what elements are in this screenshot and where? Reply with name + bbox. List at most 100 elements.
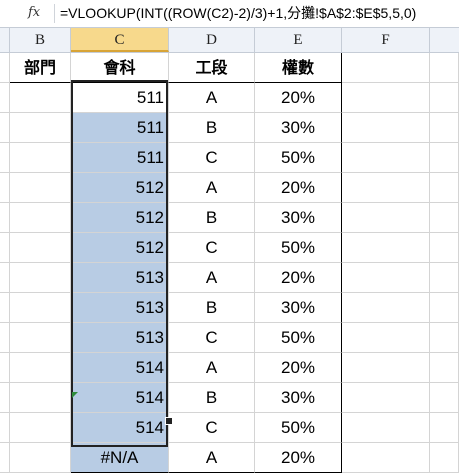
row-header[interactable] bbox=[0, 83, 10, 113]
table-cell-account[interactable]: 511 bbox=[71, 143, 169, 173]
table-cell-department[interactable] bbox=[10, 263, 71, 293]
table-cell-weight[interactable]: 50% bbox=[255, 143, 342, 173]
cell-f[interactable] bbox=[342, 233, 430, 263]
row-header[interactable] bbox=[0, 323, 10, 353]
table-cell-weight[interactable]: 50% bbox=[255, 233, 342, 263]
row-header[interactable] bbox=[0, 53, 10, 83]
cell-g[interactable] bbox=[430, 413, 459, 443]
header-cell-weight[interactable]: 權數 bbox=[255, 53, 342, 83]
row-header[interactable] bbox=[0, 353, 10, 383]
cell-f[interactable] bbox=[342, 323, 430, 353]
table-cell-weight[interactable]: 30% bbox=[255, 113, 342, 143]
cell-f[interactable] bbox=[342, 173, 430, 203]
table-cell-section[interactable]: B bbox=[169, 293, 255, 323]
cell-g[interactable] bbox=[430, 113, 459, 143]
cell-g[interactable] bbox=[430, 263, 459, 293]
table-cell-section[interactable]: B bbox=[169, 113, 255, 143]
row-header[interactable] bbox=[0, 233, 10, 263]
cell-g[interactable] bbox=[430, 383, 459, 413]
cell-g[interactable] bbox=[430, 143, 459, 173]
table-cell-section[interactable]: C bbox=[169, 143, 255, 173]
column-header-g[interactable] bbox=[430, 28, 459, 52]
table-cell-weight[interactable]: 30% bbox=[255, 293, 342, 323]
cell-f[interactable] bbox=[342, 353, 430, 383]
table-cell-account[interactable]: 513 bbox=[71, 263, 169, 293]
table-cell-section[interactable]: A bbox=[169, 263, 255, 293]
table-cell-weight[interactable]: 50% bbox=[255, 413, 342, 443]
table-cell-department[interactable] bbox=[10, 383, 71, 413]
cell-g[interactable] bbox=[430, 53, 459, 83]
table-cell-account[interactable]: 512 bbox=[71, 203, 169, 233]
row-header[interactable] bbox=[0, 263, 10, 293]
table-cell-department[interactable] bbox=[10, 443, 71, 473]
table-cell-section[interactable]: A bbox=[169, 353, 255, 383]
table-cell-section[interactable]: A bbox=[169, 443, 255, 473]
table-cell-account[interactable]: 511 bbox=[71, 113, 169, 143]
cell-g[interactable] bbox=[430, 293, 459, 323]
table-cell-department[interactable] bbox=[10, 413, 71, 443]
formula-input[interactable]: =VLOOKUP(INT((ROW(C2)-2)/3)+1,分攤!$A$2:$E… bbox=[60, 4, 416, 23]
table-cell-department[interactable] bbox=[10, 143, 71, 173]
fx-icon[interactable]: fx bbox=[28, 3, 50, 23]
cell-g[interactable] bbox=[430, 323, 459, 353]
row-header[interactable] bbox=[0, 113, 10, 143]
cell-g[interactable] bbox=[430, 83, 459, 113]
column-header-b[interactable]: B bbox=[10, 28, 71, 52]
cell-f[interactable] bbox=[342, 263, 430, 293]
column-header-d[interactable]: D bbox=[169, 28, 255, 52]
table-cell-weight[interactable]: 20% bbox=[255, 173, 342, 203]
table-cell-section[interactable]: C bbox=[169, 413, 255, 443]
table-cell-account[interactable]: 514 bbox=[71, 413, 169, 443]
cell-f[interactable] bbox=[342, 443, 430, 473]
table-cell-weight[interactable]: 20% bbox=[255, 443, 342, 473]
cell-f[interactable] bbox=[342, 83, 430, 113]
cell-g[interactable] bbox=[430, 203, 459, 233]
table-cell-department[interactable] bbox=[10, 233, 71, 263]
cell-f[interactable] bbox=[342, 143, 430, 173]
table-cell-account[interactable]: 512 bbox=[71, 233, 169, 263]
table-cell-section[interactable]: C bbox=[169, 323, 255, 353]
table-cell-account[interactable]: 513 bbox=[71, 293, 169, 323]
column-header-e[interactable]: E bbox=[255, 28, 342, 52]
table-cell-department[interactable] bbox=[10, 113, 71, 143]
cell-g[interactable] bbox=[430, 233, 459, 263]
cell-f[interactable] bbox=[342, 293, 430, 323]
table-cell-weight[interactable]: 30% bbox=[255, 383, 342, 413]
row-header-corner[interactable] bbox=[0, 28, 10, 52]
table-cell-weight[interactable]: 20% bbox=[255, 83, 342, 113]
cell-g[interactable] bbox=[430, 353, 459, 383]
table-cell-department[interactable] bbox=[10, 323, 71, 353]
table-cell-account[interactable]: 514 bbox=[71, 353, 169, 383]
error-indicator-icon[interactable] bbox=[72, 392, 78, 398]
table-cell-department[interactable] bbox=[10, 83, 71, 113]
worksheet-grid[interactable]: B C D E F 部門 會科 工段 權數 511 A 20% 511 B 30% 511 C 50% 5… bbox=[0, 28, 459, 473]
column-header-f[interactable]: F bbox=[342, 28, 430, 52]
row-header[interactable] bbox=[0, 293, 10, 323]
table-cell-section[interactable]: C bbox=[169, 233, 255, 263]
table-cell-weight[interactable]: 50% bbox=[255, 323, 342, 353]
table-cell-section[interactable]: B bbox=[169, 383, 255, 413]
table-cell-section[interactable]: A bbox=[169, 173, 255, 203]
cell-f[interactable] bbox=[342, 203, 430, 233]
table-cell-department[interactable] bbox=[10, 203, 71, 233]
cell-f[interactable] bbox=[342, 113, 430, 143]
table-cell-account[interactable]: 511 bbox=[71, 83, 169, 113]
column-header-c[interactable]: C bbox=[71, 28, 169, 52]
row-header[interactable] bbox=[0, 143, 10, 173]
row-header[interactable] bbox=[0, 383, 10, 413]
cell-g[interactable] bbox=[430, 443, 459, 473]
cell-f[interactable] bbox=[342, 53, 430, 83]
table-cell-weight[interactable]: 20% bbox=[255, 353, 342, 383]
header-cell-account[interactable]: 會科 bbox=[71, 53, 169, 83]
table-cell-account[interactable]: 513 bbox=[71, 323, 169, 353]
table-cell-weight[interactable]: 30% bbox=[255, 203, 342, 233]
table-cell-account[interactable]: 514 bbox=[71, 383, 169, 413]
row-header[interactable] bbox=[0, 413, 10, 443]
row-header[interactable] bbox=[0, 443, 10, 473]
table-cell-weight[interactable]: 20% bbox=[255, 263, 342, 293]
table-cell-section[interactable]: A bbox=[169, 83, 255, 113]
table-cell-department[interactable] bbox=[10, 173, 71, 203]
row-header[interactable] bbox=[0, 203, 10, 233]
fill-handle[interactable] bbox=[165, 417, 173, 425]
cell-f[interactable] bbox=[342, 383, 430, 413]
